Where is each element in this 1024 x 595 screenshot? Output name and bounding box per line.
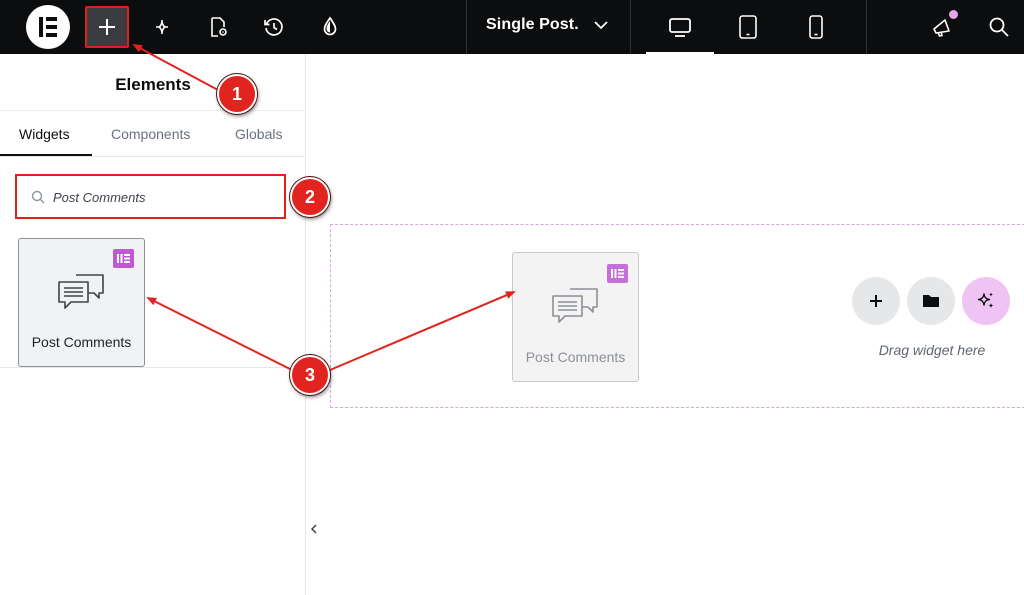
add-element-button[interactable] — [85, 6, 129, 48]
tablet-view-button[interactable] — [728, 7, 768, 47]
elementor-editor: Single Post. Elements Widgets Components… — [0, 0, 1024, 595]
annotation-marker-3: 3 — [290, 355, 330, 395]
comments-icon — [58, 274, 104, 309]
ai-generate-button[interactable] — [962, 277, 1010, 325]
annotation-marker-1: 1 — [217, 74, 257, 114]
search-button[interactable] — [979, 7, 1019, 47]
widget-label: Post Comments — [525, 349, 626, 365]
chevron-left-icon — [310, 524, 317, 534]
notification-dot — [949, 10, 958, 19]
history-icon — [264, 18, 283, 36]
comments-icon — [552, 288, 598, 323]
top-bar: Single Post. — [0, 0, 1024, 55]
search-input[interactable] — [53, 187, 273, 207]
megaphone-icon — [933, 19, 950, 37]
search-icon — [989, 17, 1009, 37]
desktop-view-button[interactable] — [660, 7, 700, 47]
templates-button[interactable] — [907, 277, 955, 325]
panel-collapse-handle[interactable] — [306, 516, 326, 542]
plus-icon — [870, 295, 882, 307]
history-button[interactable] — [254, 7, 294, 47]
elementor-logo-icon[interactable] — [26, 5, 70, 49]
ai-sparkle-icon — [977, 292, 994, 308]
mobile-icon — [809, 15, 823, 39]
chevron-down-icon[interactable] — [592, 16, 610, 34]
ai-sparkle-icon — [156, 20, 168, 34]
pro-badge-icon — [113, 249, 134, 268]
document-title[interactable]: Single Post. — [486, 16, 579, 34]
dragged-widget-preview: Post Comments — [512, 252, 639, 382]
divider — [0, 110, 306, 111]
mobile-view-button[interactable] — [796, 7, 836, 47]
page-settings-button[interactable] — [198, 7, 238, 47]
active-device-indicator — [646, 52, 714, 55]
tab-components[interactable]: Components — [111, 126, 190, 142]
add-section-button[interactable] — [852, 277, 900, 325]
ai-sparkle-button[interactable] — [142, 7, 182, 47]
post-comments-widget[interactable]: Post Comments — [18, 238, 145, 367]
widget-search — [15, 174, 286, 219]
divider — [0, 156, 306, 157]
pro-badge-icon — [607, 264, 628, 283]
topbar-divider — [466, 0, 467, 54]
site-settings-drop-icon — [323, 16, 337, 36]
site-settings-button[interactable] — [310, 7, 350, 47]
topbar-divider — [630, 0, 631, 54]
folder-icon — [923, 295, 939, 307]
tab-globals[interactable]: Globals — [235, 126, 282, 142]
panel-title: Elements — [115, 75, 191, 94]
topbar-divider — [866, 0, 867, 54]
drop-hint: Drag widget here — [878, 342, 986, 358]
page-settings-icon — [211, 17, 227, 37]
divider — [0, 367, 306, 368]
annotation-marker-2: 2 — [290, 177, 330, 217]
tablet-icon — [739, 15, 757, 39]
widget-label: Post Comments — [31, 334, 132, 350]
elements-panel: Elements Widgets Components Globals Post… — [0, 54, 306, 595]
plus-icon — [99, 19, 115, 35]
desktop-icon — [669, 18, 691, 37]
tab-widgets[interactable]: Widgets — [19, 126, 70, 142]
search-icon — [31, 190, 45, 204]
